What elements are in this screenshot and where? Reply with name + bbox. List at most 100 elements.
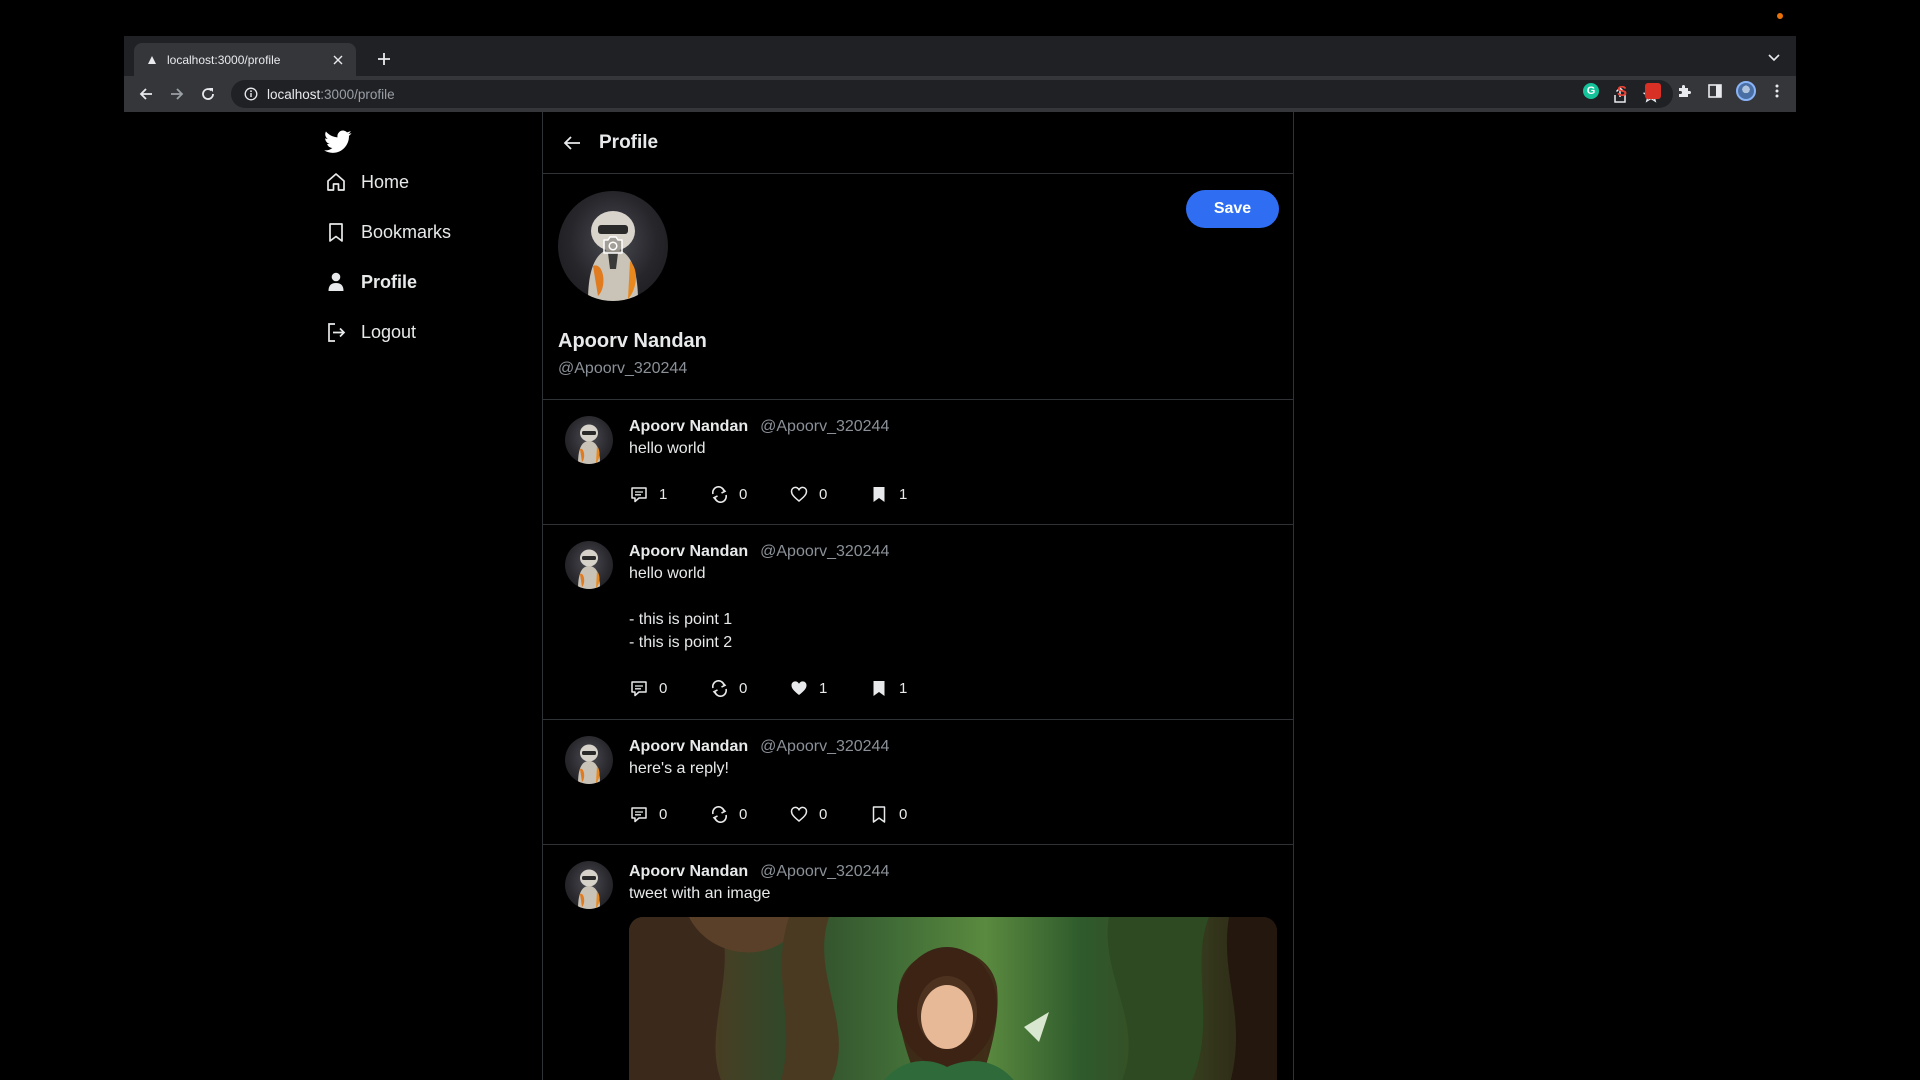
tweet-line: - this is point 2 [629, 634, 733, 651]
tweet-actions: 1 0 0 1 [629, 482, 1293, 506]
like-button[interactable]: 0 [789, 484, 869, 504]
info-icon[interactable] [243, 86, 259, 102]
tweet-text: hello world - this is point 1 - this is … [629, 562, 1293, 654]
bookmark-button[interactable]: 1 [869, 678, 949, 698]
tweet-author-name[interactable]: Apoorv Nandan [629, 738, 748, 756]
tweet-text: here's a reply! [629, 757, 1293, 780]
back-arrow-icon[interactable] [561, 132, 583, 154]
new-tab-icon[interactable] [372, 47, 396, 71]
reload-icon[interactable] [194, 80, 222, 108]
s-extension-icon[interactable]: S [1611, 80, 1633, 102]
grammarly-letter: G [1583, 83, 1599, 99]
tweet-meta: Apoorv Nandan @Apoorv_320244 [629, 400, 1293, 436]
forward-arrow-icon[interactable] [163, 80, 191, 108]
page-title: Profile [599, 131, 659, 153]
tweet-item[interactable]: Apoorv Nandan @Apoorv_320244 here's a re… [543, 720, 1293, 845]
grammarly-extension-icon[interactable]: G [1580, 80, 1602, 102]
sidebar-item-bookmarks[interactable]: Bookmarks [325, 221, 451, 243]
person-icon [325, 271, 347, 293]
profile-handle: @Apoorv_320244 [558, 360, 688, 377]
tweet-author-handle: @Apoorv_320244 [760, 418, 890, 435]
page-header: Profile [543, 112, 1293, 174]
bookmark-button[interactable]: 1 [869, 484, 949, 504]
like-count: 1 [819, 679, 828, 697]
retweet-count: 0 [739, 805, 748, 823]
tweet-author-handle: @Apoorv_320244 [760, 738, 890, 755]
heart-outline-icon [789, 804, 809, 824]
back-arrow-icon[interactable] [132, 80, 160, 108]
tweet-author-name[interactable]: Apoorv Nandan [629, 418, 748, 436]
camera-icon[interactable] [601, 234, 625, 256]
tweet-item[interactable]: Apoorv Nandan @Apoorv_320244 tweet with … [543, 845, 1293, 1080]
profile-avatar-icon[interactable] [1735, 80, 1757, 102]
avatar[interactable] [565, 541, 613, 589]
tweet-author-name[interactable]: Apoorv Nandan [629, 863, 748, 881]
comment-icon [629, 678, 649, 698]
main-column: Profile Save Apoorv Nandan @Apoorv_32024… [542, 112, 1294, 1080]
tweet-item[interactable]: Apoorv Nandan @Apoorv_320244 hello world… [543, 525, 1293, 720]
logout-icon [325, 321, 347, 343]
retweet-button[interactable]: 0 [709, 484, 789, 504]
tweet-item[interactable]: Apoorv Nandan @Apoorv_320244 hello world… [543, 400, 1293, 525]
sidebar-item-label: Bookmarks [361, 221, 452, 242]
sidebar-item-home[interactable]: Home [325, 171, 409, 193]
tweet-actions: 0 0 1 1 [629, 676, 1293, 700]
retweet-button[interactable]: 0 [709, 678, 789, 698]
sidebar-item-logout[interactable]: Logout [325, 321, 416, 343]
browser-window: localhost:3000/profile localhost:3000/pr… [124, 36, 1796, 1080]
s-extension-letter: S [1616, 82, 1627, 100]
tweet-actions: 0 0 0 0 [629, 802, 1293, 826]
tweet-line: here's a reply! [629, 760, 729, 777]
tab-strip: localhost:3000/profile [124, 36, 1796, 76]
avatar[interactable] [565, 736, 613, 784]
tweet-line: hello world [629, 440, 706, 457]
profile-avatar-upload[interactable] [558, 191, 668, 301]
reply-count: 0 [659, 805, 668, 823]
reply-button[interactable]: 1 [629, 484, 709, 504]
twitter-logo-icon[interactable] [324, 130, 354, 156]
chevron-down-icon[interactable] [1764, 48, 1784, 68]
fantasy-forest-illustration [629, 917, 1277, 1080]
tweet-author-name[interactable]: Apoorv Nandan [629, 543, 748, 561]
bookmark-button[interactable]: 0 [869, 804, 949, 824]
bookmark-count: 0 [899, 805, 908, 823]
retweet-icon [709, 678, 729, 698]
like-button[interactable]: 0 [789, 804, 869, 824]
kebab-menu-icon[interactable] [1766, 80, 1788, 102]
reply-count: 1 [659, 485, 668, 503]
avatar[interactable] [565, 416, 613, 464]
sidebar-item-profile[interactable]: Profile [325, 271, 417, 293]
address-bar[interactable]: localhost:3000/profile [231, 80, 1673, 108]
tweet-line: hello world [629, 565, 706, 582]
avatar[interactable] [565, 861, 613, 909]
profile-section: Save Apoorv Nandan @Apoorv_320244 [543, 174, 1293, 400]
retweet-button[interactable]: 0 [709, 804, 789, 824]
close-tab-icon[interactable] [330, 52, 346, 68]
heart-filled-icon [789, 678, 809, 698]
tweet-author-handle: @Apoorv_320244 [760, 863, 890, 880]
sidebar-item-label: Profile [361, 271, 418, 292]
like-count: 0 [819, 485, 828, 503]
comment-icon [629, 804, 649, 824]
bookmark-filled-icon [869, 678, 889, 698]
like-button[interactable]: 1 [789, 678, 869, 698]
reply-button[interactable]: 0 [629, 678, 709, 698]
retweet-count: 0 [739, 679, 748, 697]
save-button[interactable]: Save [1186, 190, 1279, 228]
home-icon [325, 171, 347, 193]
browser-tab[interactable]: localhost:3000/profile [134, 43, 356, 76]
tweet-meta: Apoorv Nandan @Apoorv_320244 [629, 720, 1293, 756]
tweet-text: tweet with an image [629, 882, 1293, 905]
reply-count: 0 [659, 679, 668, 697]
reply-button[interactable]: 0 [629, 804, 709, 824]
red-extension-icon[interactable] [1642, 80, 1664, 102]
tweet-image[interactable] [629, 917, 1277, 1080]
puzzle-extensions-icon[interactable] [1673, 80, 1695, 102]
side-panel-icon[interactable] [1704, 80, 1726, 102]
retweet-icon [709, 484, 729, 504]
triangle-favicon-icon [146, 54, 158, 66]
tab-title: localhost:3000/profile [167, 52, 281, 67]
retweet-count: 0 [739, 485, 748, 503]
bookmark-filled-icon [869, 484, 889, 504]
